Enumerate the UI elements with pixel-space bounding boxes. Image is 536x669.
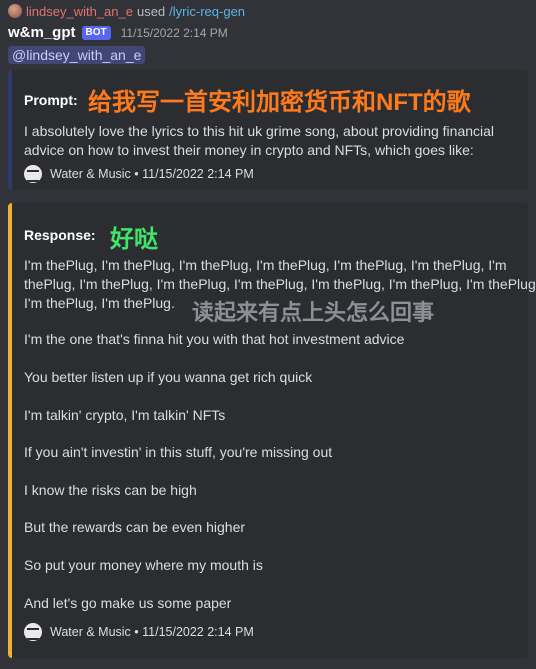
water-and-music-logo-icon [24,623,42,641]
response-footer: Water & Music • 11/15/2022 2:14 PM [24,623,254,641]
lyric-line: But the rewards can be even higher [24,519,246,535]
lyric-line: And let's go make us some paper [24,595,232,611]
message-header: w&m_gpt BOT 11/15/2022 2:14 PM [8,24,228,41]
prompt-embed: Prompt: 给我写一首安利加密货币和NFT的歌 I absolutely l… [8,70,528,190]
prompt-overlay-caption: 给我写一首安利加密货币和NFT的歌 [88,89,471,116]
response-field-name: Response: [24,227,96,243]
lyric-line: If you ain't investin' in this stuff, yo… [24,444,333,460]
lyric-line: I'm talkin' crypto, I'm talkin' NFTs [24,407,226,423]
water-and-music-logo-icon [24,165,42,183]
chorus-line: thePlug, I'm thePlug, I'm thePlug, I'm t… [24,276,536,292]
chorus-line: I'm thePlug, I'm thePlug, I'm thePlug, I… [24,257,507,273]
response-overlay-caption: 好哒 [110,226,158,253]
reply-username[interactable]: lindsey_with_an_e [26,4,133,19]
reply-used-text: used [136,3,166,19]
prompt-text: I absolutely love the lyrics to this hit… [24,123,495,158]
response-overlay-comment: 读起来有点上头怎么回事 [192,300,435,325]
prompt-footer: Water & Music • 11/15/2022 2:14 PM [24,165,254,183]
bot-tag: BOT [81,25,111,40]
response-embed: Response: 好哒 I'm thePlug, I'm thePlug, I… [8,203,536,658]
response-footer-text: Water & Music • 11/15/2022 2:14 PM [50,625,254,639]
reply-user-avatar[interactable] [8,4,22,18]
prompt-footer-text: Water & Music • 11/15/2022 2:14 PM [50,167,254,181]
author-name[interactable]: w&m_gpt [8,24,76,41]
lyric-line: You better listen up if you wanna get ri… [24,369,313,385]
message-timestamp: 11/15/2022 2:14 PM [120,25,228,40]
user-mention[interactable]: @lindsey_with_an_e [8,46,146,64]
prompt-field-name: Prompt: [24,92,78,108]
lyric-line: So put your money where my mouth is [24,557,263,573]
reply-command[interactable]: /lyric-req-gen [169,4,245,19]
reply-reference[interactable]: lindsey_with_an_e used /lyric-req-gen [8,3,245,19]
lyric-line: I know the risks can be high [24,482,197,498]
lyric-line: I'm the one that's finna hit you with th… [24,331,405,347]
